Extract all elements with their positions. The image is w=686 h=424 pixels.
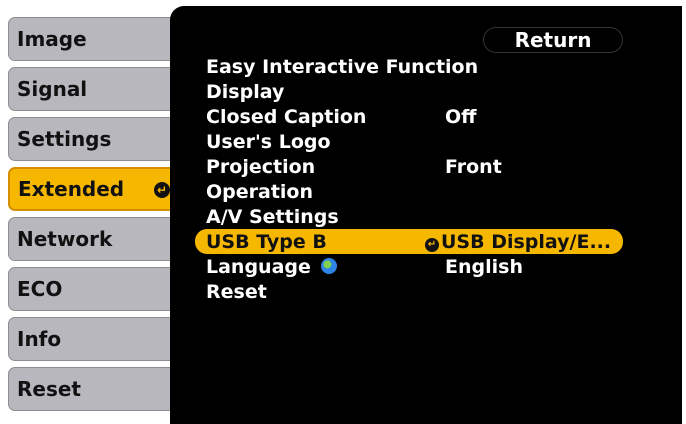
tab-extended[interactable]: Extended ↵: [8, 167, 180, 211]
extended-menu-list: Easy Interactive Function Display Closed…: [195, 54, 623, 304]
menu-item-label: A/V Settings: [206, 205, 339, 228]
tab-image[interactable]: Image: [8, 17, 180, 61]
menu-item-usb-type-b[interactable]: USB Type B ↵ USB Display/E...: [195, 229, 623, 254]
menu-tab-column: Image Signal Settings Extended ↵ Network…: [0, 0, 182, 424]
return-label: Return: [514, 28, 592, 52]
menu-item-label: Language: [206, 255, 311, 278]
menu-item-label: Easy Interactive Function: [206, 55, 479, 78]
return-button[interactable]: Return: [484, 28, 622, 52]
tab-network[interactable]: Network: [8, 217, 180, 261]
menu-item-label: Operation: [206, 180, 314, 203]
enter-icon: ↵: [425, 237, 439, 252]
tab-label: Image: [17, 27, 87, 51]
menu-item-users-logo[interactable]: User's Logo: [195, 129, 623, 154]
tab-label: Settings: [17, 127, 112, 151]
menu-item-label: Closed Caption: [206, 105, 367, 128]
menu-item-label-wrap: Language: [206, 256, 337, 278]
menu-item-value-wrap: ↵ USB Display/E...: [425, 231, 611, 253]
menu-item-value: Off: [445, 105, 477, 128]
menu-item-reset[interactable]: Reset: [195, 279, 623, 304]
menu-item-label: User's Logo: [206, 130, 331, 153]
tab-label: Reset: [17, 377, 81, 401]
menu-item-label: Display: [206, 80, 285, 103]
tab-settings[interactable]: Settings: [8, 117, 180, 161]
menu-item-operation[interactable]: Operation: [195, 179, 623, 204]
menu-item-display[interactable]: Display: [195, 79, 623, 104]
globe-icon: [320, 257, 337, 274]
menu-item-language[interactable]: Language English: [195, 254, 623, 279]
tab-label: ECO: [17, 277, 63, 301]
menu-item-label: Projection: [206, 155, 316, 178]
tab-info[interactable]: Info: [8, 317, 180, 361]
tab-signal[interactable]: Signal: [8, 67, 180, 111]
tab-label: Signal: [17, 77, 88, 101]
tab-label: Network: [17, 227, 113, 251]
tab-eco[interactable]: ECO: [8, 267, 180, 311]
menu-item-closed-caption[interactable]: Closed Caption Off: [195, 104, 623, 129]
menu-item-label: Reset: [206, 280, 267, 303]
menu-item-value: Front: [445, 155, 502, 178]
menu-item-value: USB Display/E...: [441, 230, 612, 253]
menu-item-projection[interactable]: Projection Front: [195, 154, 623, 179]
menu-item-value: English: [445, 255, 523, 278]
tab-label: Info: [17, 327, 62, 351]
menu-item-av-settings[interactable]: A/V Settings: [195, 204, 623, 229]
tab-label: Extended: [18, 177, 125, 201]
enter-icon: ↵: [154, 182, 170, 198]
menu-item-label: USB Type B: [206, 230, 327, 253]
tab-reset[interactable]: Reset: [8, 367, 180, 411]
menu-item-easy-interactive-function[interactable]: Easy Interactive Function: [195, 54, 623, 79]
